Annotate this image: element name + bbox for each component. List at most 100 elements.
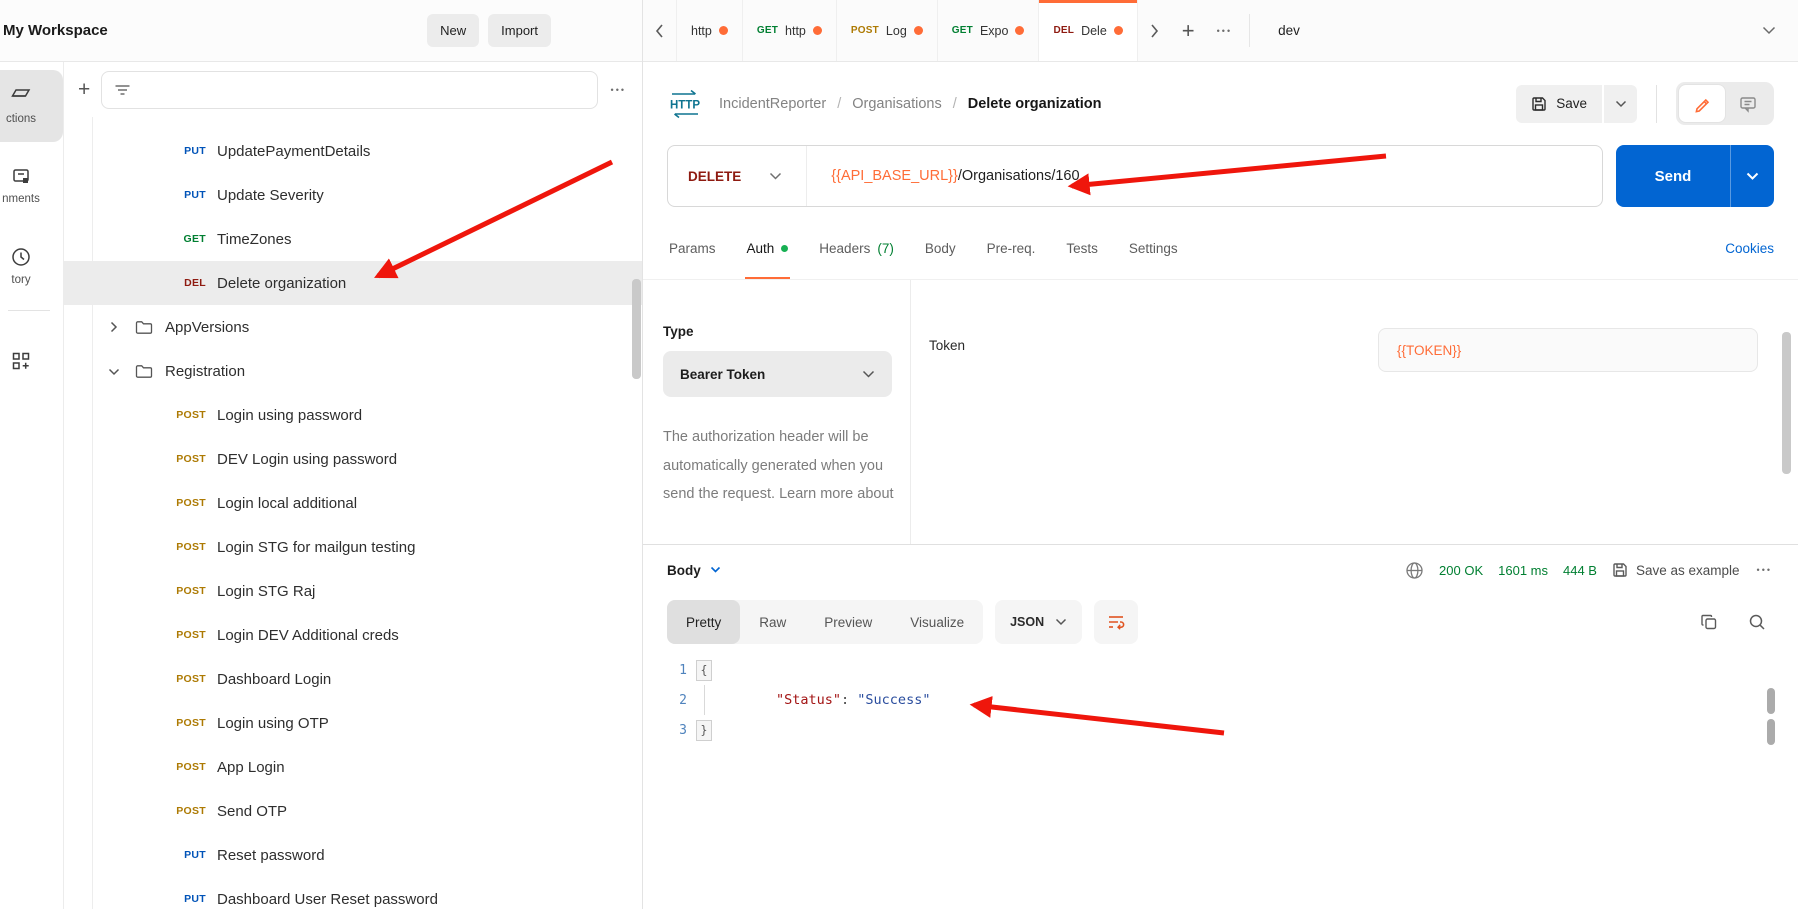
rail-item-environments[interactable]: nments bbox=[0, 150, 63, 222]
request-tab-body[interactable]: Body bbox=[923, 217, 958, 279]
breadcrumb-separator: / bbox=[953, 96, 957, 112]
search-collections-input[interactable] bbox=[101, 71, 597, 109]
response-view-raw[interactable]: Raw bbox=[740, 600, 805, 644]
request-name: Dashboard Login bbox=[217, 671, 331, 688]
request-tabstrip: httpGEThttpPOSTLogGETExpoDELDele + ••• d… bbox=[643, 0, 1798, 62]
sidebar-request-item[interactable]: POSTDashboard Login bbox=[64, 657, 642, 701]
method-badge: POST bbox=[160, 453, 206, 465]
sidebar-request-item[interactable]: POSTDEV Login using password bbox=[64, 437, 642, 481]
comment-button[interactable] bbox=[1725, 85, 1771, 122]
response-view-visualize[interactable]: Visualize bbox=[891, 600, 983, 644]
sidebar-request-item[interactable]: PUTUpdatePaymentDetails bbox=[64, 129, 642, 173]
sidebar-folder-item[interactable]: Registration bbox=[64, 349, 642, 393]
cookies-link[interactable]: Cookies bbox=[1725, 241, 1774, 256]
send-button[interactable]: Send bbox=[1616, 145, 1730, 207]
auth-type-select[interactable]: Bearer Token bbox=[663, 351, 892, 397]
sidebar-request-item[interactable]: PUTReset password bbox=[64, 833, 642, 877]
response-body-select[interactable]: Body bbox=[667, 563, 721, 578]
import-button[interactable]: Import bbox=[488, 14, 551, 47]
request-tab-tests[interactable]: Tests bbox=[1064, 217, 1100, 279]
token-label: Token bbox=[929, 338, 965, 353]
open-request-tab[interactable]: POSTLog bbox=[837, 0, 938, 61]
sidebar-request-item[interactable]: POSTLogin using OTP bbox=[64, 701, 642, 745]
chevron-down-icon bbox=[710, 566, 721, 574]
rail-item-history[interactable]: tory bbox=[0, 230, 63, 302]
send-options-button[interactable] bbox=[1730, 145, 1774, 207]
save-button[interactable]: Save bbox=[1516, 85, 1602, 123]
response-view-pretty[interactable]: Pretty bbox=[667, 600, 740, 644]
copy-icon[interactable] bbox=[1700, 613, 1718, 631]
sidebar-folder-item[interactable]: AppVersions bbox=[64, 305, 642, 349]
chevron-down-icon bbox=[769, 172, 782, 181]
response-body-code[interactable]: 1 { 2 "Status": "Success" 3 } bbox=[643, 649, 1798, 909]
sidebar-request-item[interactable]: POSTLogin STG Raj bbox=[64, 569, 642, 613]
response-view-preview[interactable]: Preview bbox=[805, 600, 891, 644]
tabs-scroll-left-button[interactable] bbox=[643, 0, 676, 61]
fold-marker-open[interactable]: { bbox=[696, 660, 712, 681]
chevron-down-icon bbox=[108, 366, 120, 377]
breadcrumb-folder[interactable]: Organisations bbox=[852, 96, 941, 112]
breadcrumb-collection[interactable]: IncidentReporter bbox=[719, 96, 826, 112]
breadcrumb-row: HTTP IncidentReporter / Organisations / … bbox=[643, 62, 1798, 145]
search-icon[interactable] bbox=[1748, 613, 1766, 631]
request-tab-settings[interactable]: Settings bbox=[1127, 217, 1180, 279]
sidebar-request-item[interactable]: DELDelete organization bbox=[64, 261, 642, 305]
open-request-tab[interactable]: GEThttp bbox=[743, 0, 837, 61]
sidebar-scrollbar[interactable] bbox=[632, 279, 641, 379]
request-name: Login DEV Additional creds bbox=[217, 627, 399, 644]
sidebar-request-item[interactable]: GETTimeZones bbox=[64, 217, 642, 261]
save-as-example-button[interactable]: Save as example bbox=[1612, 562, 1740, 578]
tab-options-button[interactable]: ••• bbox=[1206, 0, 1243, 61]
sidebar-request-item[interactable]: POSTLogin STG for mailgun testing bbox=[64, 525, 642, 569]
open-request-tab[interactable]: GETExpo bbox=[938, 0, 1040, 61]
sidebar-request-item[interactable]: POSTLogin DEV Additional creds bbox=[64, 613, 642, 657]
method-badge: DEL bbox=[160, 277, 206, 289]
url-input[interactable]: {{API_BASE_URL}}/Organisations/160 bbox=[807, 168, 1079, 184]
wrap-text-button[interactable] bbox=[1094, 600, 1138, 644]
workspace-title[interactable]: My Workspace bbox=[3, 22, 108, 39]
save-options-button[interactable] bbox=[1604, 85, 1637, 123]
add-collection-button[interactable]: + bbox=[78, 79, 90, 100]
request-tab-auth[interactable]: Auth bbox=[745, 217, 791, 279]
open-request-tab[interactable]: DELDele bbox=[1039, 0, 1137, 61]
environment-selector[interactable]: dev bbox=[1256, 0, 1798, 61]
sidebar-request-item[interactable]: POSTSend OTP bbox=[64, 789, 642, 833]
method-badge: PUT bbox=[160, 145, 206, 157]
response-format-select[interactable]: JSON bbox=[995, 600, 1082, 644]
fold-marker-close[interactable]: } bbox=[696, 720, 712, 741]
rail-item-collections[interactable]: ctions bbox=[0, 70, 63, 142]
response-more-button[interactable]: ••• bbox=[1755, 561, 1774, 579]
response-scrollbar[interactable] bbox=[1767, 719, 1775, 745]
sidebar-request-item[interactable]: PUTUpdate Severity bbox=[64, 173, 642, 217]
response-size[interactable]: 444 B bbox=[1563, 563, 1597, 578]
response-time[interactable]: 1601 ms bbox=[1498, 563, 1548, 578]
tab-method-badge: GET bbox=[757, 25, 778, 36]
sidebar-request-item[interactable]: POSTApp Login bbox=[64, 745, 642, 789]
response-scrollbar[interactable] bbox=[1767, 688, 1775, 714]
sidebar-request-item[interactable]: POSTLogin using password bbox=[64, 393, 642, 437]
token-input[interactable]: {{TOKEN}} bbox=[1378, 328, 1758, 372]
auth-configured-dot-icon bbox=[781, 245, 788, 252]
breadcrumb-request-name[interactable]: Delete organization bbox=[968, 96, 1102, 112]
network-globe-icon[interactable] bbox=[1405, 561, 1424, 580]
sidebar-request-item[interactable]: PUTDashboard User Reset password bbox=[64, 877, 642, 909]
save-icon bbox=[1612, 562, 1628, 578]
auth-panel-scrollbar[interactable] bbox=[1782, 332, 1791, 474]
tabs-scroll-right-button[interactable] bbox=[1138, 0, 1171, 61]
response-status[interactable]: 200 OK bbox=[1439, 563, 1483, 578]
environment-name: dev bbox=[1278, 23, 1300, 38]
request-tab-params[interactable]: Params bbox=[667, 217, 718, 279]
rail-label: nments bbox=[2, 193, 40, 205]
header-buttons: New Import bbox=[427, 14, 551, 47]
request-tab-prereq[interactable]: Pre-req. bbox=[985, 217, 1038, 279]
open-request-tab[interactable]: http bbox=[676, 0, 743, 61]
method-selector[interactable]: DELETE bbox=[668, 169, 806, 184]
new-button[interactable]: New bbox=[427, 14, 479, 47]
new-tab-button[interactable]: + bbox=[1171, 0, 1206, 61]
rail-item-more-tools[interactable] bbox=[0, 325, 63, 397]
tab-label: Auth bbox=[747, 241, 775, 256]
request-tab-headers[interactable]: Headers(7) bbox=[817, 217, 896, 279]
sidebar-more-button[interactable]: ••• bbox=[609, 81, 628, 99]
edit-mode-button[interactable] bbox=[1679, 85, 1725, 122]
sidebar-request-item[interactable]: POSTLogin local additional bbox=[64, 481, 642, 525]
